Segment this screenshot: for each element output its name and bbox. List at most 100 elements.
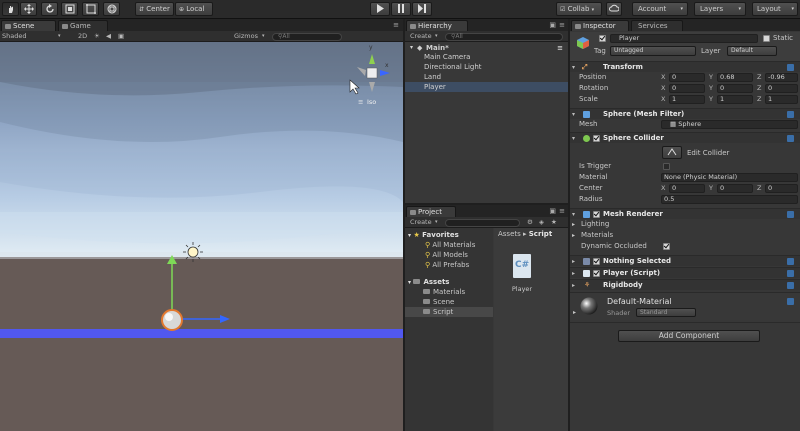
panel-menu-icon[interactable]: ≡	[393, 21, 399, 29]
pivot-local-button[interactable]: ⊕ Local	[175, 2, 213, 16]
edit-collider-button[interactable]	[662, 146, 682, 159]
sphere-collider-header[interactable]: ▾ Sphere Collider	[570, 132, 800, 143]
mesh-filter-header[interactable]: ▾ Sphere (Mesh Filter)	[570, 108, 800, 119]
gameobject-name-input[interactable]: Player	[610, 34, 758, 43]
layers-dropdown[interactable]: Layers ▾	[694, 2, 746, 16]
rigidbody-header[interactable]: ▸ ⚘ Rigidbody	[570, 279, 800, 290]
2d-toggle[interactable]: 2D	[78, 31, 87, 42]
collapse-arrow-icon[interactable]: ▸	[572, 280, 575, 291]
mesh-renderer-header[interactable]: ▾ Mesh Renderer	[570, 208, 800, 219]
scale-y-input[interactable]: 1	[717, 95, 753, 104]
tab-project[interactable]: Project	[406, 206, 456, 217]
shading-mode-dropdown[interactable]: Shaded	[2, 31, 26, 42]
add-component-button[interactable]: Add Component	[618, 330, 760, 342]
help-icon[interactable]	[787, 211, 794, 218]
lighting-foldout[interactable]: ▸ Lighting	[570, 219, 800, 230]
hierarchy-item-player[interactable]: Player	[405, 82, 568, 92]
static-checkbox[interactable]	[763, 35, 770, 42]
lighting-toggle-icon[interactable]: ☀	[94, 31, 100, 42]
sphere-collider-enabled-checkbox[interactable]	[593, 135, 600, 142]
nothing-selected-checkbox[interactable]	[593, 258, 600, 265]
favorite-item-all-materials[interactable]: ⚲ All Materials	[425, 240, 475, 250]
lock-icon[interactable]: ▣	[549, 207, 556, 215]
filter-label-icon[interactable]: ◈	[539, 217, 544, 228]
center-y-input[interactable]: 0	[717, 184, 753, 193]
materials-foldout[interactable]: ▸ Materials	[570, 230, 800, 241]
rect-tool-button[interactable]	[82, 2, 99, 16]
nothing-selected-header[interactable]: ▸ Nothing Selected	[570, 255, 800, 266]
help-icon[interactable]	[787, 298, 794, 305]
directional-light-icon[interactable]	[183, 242, 203, 262]
tab-scene[interactable]: Scene	[1, 20, 56, 31]
gizmos-dropdown[interactable]: Gizmos	[234, 31, 258, 42]
help-icon[interactable]	[787, 111, 794, 118]
dynamic-occluded-checkbox[interactable]	[663, 243, 670, 250]
scene-view-canvas[interactable]	[0, 42, 403, 431]
center-x-input[interactable]: 0	[669, 184, 705, 193]
project-create-dropdown[interactable]: Create	[410, 217, 432, 228]
play-button[interactable]	[370, 2, 390, 16]
iso-label[interactable]: Iso	[367, 98, 376, 106]
effects-toggle-icon[interactable]: ▣	[118, 31, 124, 42]
player-script-header[interactable]: ▸ Player (Script)	[570, 267, 800, 278]
pause-button[interactable]	[391, 2, 411, 16]
tab-game[interactable]: Game	[58, 20, 108, 31]
favorite-item-all-models[interactable]: ⚲ All Models	[425, 250, 468, 260]
layer-dropdown[interactable]: Default	[727, 46, 777, 56]
tag-dropdown[interactable]: Untagged	[610, 46, 696, 56]
move-tool-button[interactable]	[20, 2, 37, 16]
collapse-arrow-icon[interactable]: ▾	[572, 133, 575, 144]
project-search-input[interactable]	[445, 219, 520, 227]
script-file-label[interactable]: Player	[502, 285, 542, 293]
lock-icon[interactable]: ▣	[549, 21, 556, 29]
folder-script[interactable]: Script	[405, 307, 493, 317]
transform-header[interactable]: ▾ ⤢ Transform	[570, 61, 800, 72]
scale-tool-button[interactable]	[61, 2, 78, 16]
hierarchy-item-directional-light[interactable]: Directional Light	[405, 62, 568, 72]
radius-input[interactable]: 0.5	[661, 195, 798, 204]
tab-services[interactable]: Services	[631, 20, 683, 31]
hand-tool-button[interactable]	[2, 2, 19, 16]
breadcrumb-current[interactable]: Script	[529, 230, 552, 238]
mesh-renderer-enabled-checkbox[interactable]	[593, 211, 600, 218]
help-icon[interactable]	[787, 64, 794, 71]
collider-material-field[interactable]: None (Physic Material)	[661, 173, 798, 182]
filter-type-icon[interactable]: ⚙	[527, 217, 533, 228]
folder-materials[interactable]: Materials	[423, 287, 465, 297]
pivot-center-button[interactable]: ⇵ Center	[135, 2, 174, 16]
rotation-x-input[interactable]: 0	[669, 84, 705, 93]
help-icon[interactable]	[787, 258, 794, 265]
account-dropdown[interactable]: Account ▾	[632, 2, 688, 16]
tab-inspector[interactable]: Inspector	[571, 20, 629, 31]
collapse-arrow-icon[interactable]: ▸	[572, 268, 575, 279]
help-icon[interactable]	[787, 282, 794, 289]
position-y-input[interactable]: 0.68	[717, 73, 753, 82]
help-icon[interactable]	[787, 135, 794, 142]
star-filter-icon[interactable]: ★	[551, 217, 557, 228]
collab-button[interactable]: ☑ Collab ▾	[556, 2, 602, 16]
transform-tool-button[interactable]	[103, 2, 120, 16]
hierarchy-item-main-camera[interactable]: Main Camera	[405, 52, 568, 62]
cloud-button[interactable]	[606, 2, 622, 16]
gameobject-active-checkbox[interactable]	[599, 35, 606, 42]
expand-arrow-icon[interactable]: ▸	[573, 309, 576, 316]
rotation-z-input[interactable]: 0	[765, 84, 798, 93]
breadcrumb-root[interactable]: Assets	[498, 230, 521, 238]
layout-dropdown[interactable]: Layout ▾	[752, 2, 798, 16]
panel-menu-icon[interactable]: ≡	[559, 207, 565, 215]
hierarchy-item-land[interactable]: Land	[405, 72, 568, 82]
land-object[interactable]	[0, 329, 403, 338]
hierarchy-create-dropdown[interactable]: Create	[410, 31, 432, 42]
mesh-object-field[interactable]: ▦ Sphere	[661, 120, 798, 129]
collapse-arrow-icon[interactable]: ▸	[572, 256, 575, 267]
scene-search-input[interactable]: ⚲All	[272, 33, 342, 41]
scale-z-input[interactable]: 1	[765, 95, 798, 104]
position-z-input[interactable]: -0.96	[765, 73, 798, 82]
rotation-y-input[interactable]: 0	[717, 84, 753, 93]
is-trigger-checkbox[interactable]	[663, 163, 670, 170]
panel-menu-icon[interactable]: ≡	[559, 21, 565, 29]
scale-x-input[interactable]: 1	[669, 95, 705, 104]
favorite-item-all-prefabs[interactable]: ⚲ All Prefabs	[425, 260, 469, 270]
audio-toggle-icon[interactable]: ◀	[106, 31, 111, 42]
hierarchy-search-input[interactable]: ⚲All	[445, 33, 563, 41]
